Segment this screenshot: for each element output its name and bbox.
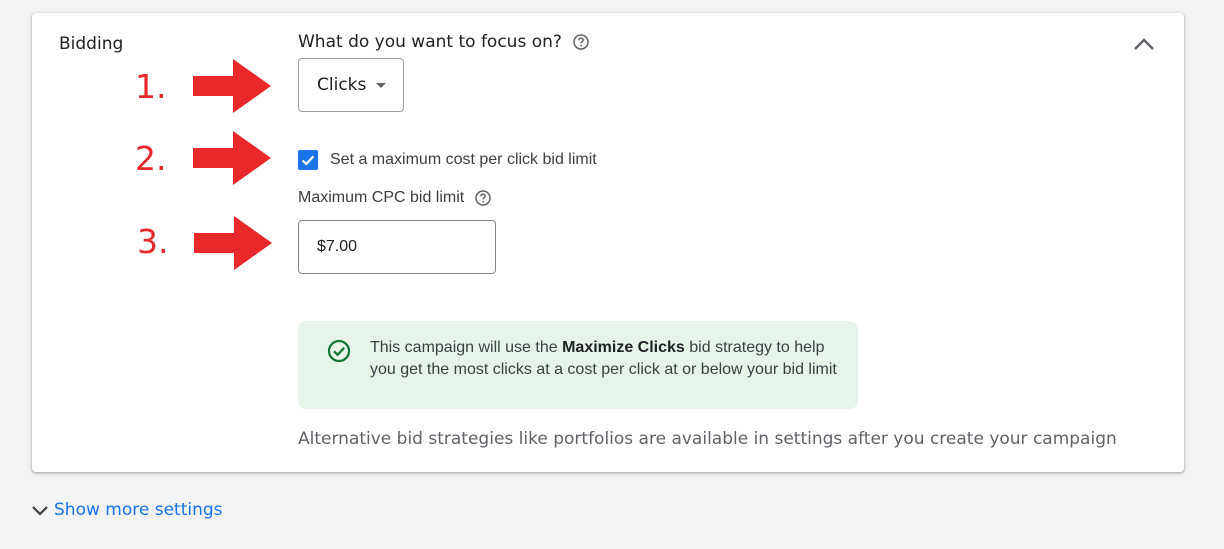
show-more-settings-link[interactable]: Show more settings [30, 500, 223, 520]
bid-strategy-info-box: This campaign will use the Maximize Clic… [298, 321, 858, 409]
info-text-prefix: This campaign will use the [370, 339, 563, 356]
annotation-arrow-2-icon [193, 131, 271, 185]
alternative-strategies-note: Alternative bid strategies like portfoli… [298, 429, 1117, 449]
annotation-arrow-1-icon [193, 59, 271, 113]
check-icon [301, 155, 315, 166]
annotation-step-3: 3. [137, 222, 169, 261]
focus-question: What do you want to focus on? [298, 32, 590, 52]
focus-dropdown-value: Clicks [317, 75, 367, 95]
chevron-up-icon[interactable] [1130, 33, 1158, 57]
dropdown-caret-icon [376, 82, 387, 88]
focus-question-label: What do you want to focus on? [298, 32, 562, 52]
annotation-step-1: 1. [135, 67, 167, 106]
check-circle-icon [327, 339, 351, 363]
max-cpc-checkbox-label[interactable]: Set a maximum cost per click bid limit [330, 151, 597, 169]
max-cpc-label-text: Maximum CPC bid limit [298, 189, 465, 206]
max-cpc-input[interactable] [298, 220, 496, 274]
bid-strategy-info-text: This campaign will use the Maximize Clic… [370, 337, 838, 409]
info-strategy-name: Maximize Clicks [562, 339, 685, 356]
annotation-step-2: 2. [135, 139, 167, 178]
show-more-settings-label[interactable]: Show more settings [54, 500, 223, 520]
chevron-down-icon [32, 506, 48, 516]
max-cpc-checkbox-row: Set a maximum cost per click bid limit [298, 150, 597, 170]
help-icon[interactable] [474, 189, 492, 207]
max-cpc-field-label: Maximum CPC bid limit [298, 189, 492, 207]
max-cpc-checkbox[interactable] [298, 150, 318, 170]
section-title: Bidding [59, 34, 124, 54]
annotation-arrow-3-icon [194, 216, 272, 270]
focus-dropdown[interactable]: Clicks [298, 58, 404, 112]
help-icon[interactable] [572, 33, 590, 51]
